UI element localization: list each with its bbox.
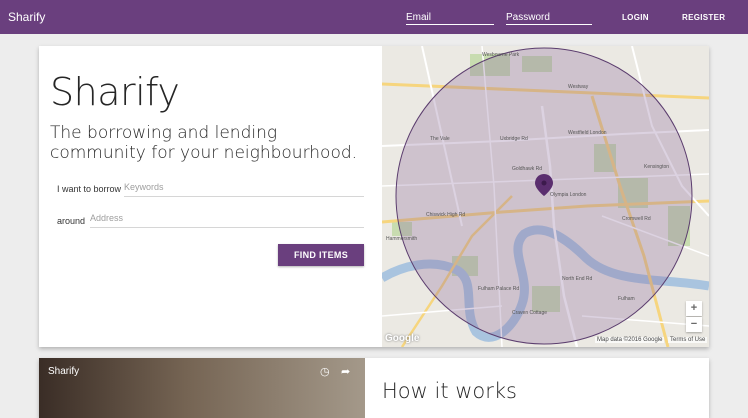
zoom-in-button[interactable]: + <box>686 301 702 316</box>
brand-logo[interactable]: Sharify <box>8 10 45 24</box>
address-placeholder: Address <box>90 213 124 223</box>
map-label: North End Rd <box>562 276 593 282</box>
around-label: around <box>57 216 86 226</box>
map-label: Cromwell Rd <box>622 216 651 222</box>
google-logo[interactable]: Google <box>385 333 419 344</box>
login-button[interactable]: LOGIN <box>622 13 649 22</box>
map-label: Goldhawk Rd <box>512 166 543 172</box>
borrow-label: I want to borrow <box>57 184 122 194</box>
video-title: Sharify <box>48 366 80 377</box>
clock-icon[interactable]: ◷ <box>320 365 330 378</box>
how-it-works-heading: How it works <box>382 379 517 403</box>
email-label: Email <box>406 12 432 23</box>
zoom-out-button[interactable]: − <box>686 317 702 332</box>
hero-card: Sharify The borrowing and lending commun… <box>39 46 709 347</box>
password-label: Password <box>506 12 550 23</box>
find-items-button[interactable]: FIND ITEMS <box>278 244 364 266</box>
map-label: Hammersmith <box>386 236 418 242</box>
hero-title: Sharify <box>50 70 180 114</box>
top-app-bar: Sharify Email Password LOGIN REGISTER <box>0 0 748 34</box>
terms-link[interactable]: Terms of Use <box>668 337 708 343</box>
video-player[interactable]: Sharify ◷ ➦ <box>39 358 365 418</box>
map-label: Wesbourne Park <box>482 52 520 58</box>
keywords-placeholder: Keywords <box>124 182 164 192</box>
map-view[interactable]: Wesbourne Park Westway The Vale Uxbridge… <box>382 46 709 347</box>
share-icon[interactable]: ➦ <box>341 365 350 378</box>
address-input[interactable]: Address <box>90 213 364 228</box>
register-button[interactable]: REGISTER <box>682 13 725 22</box>
map-label: Chiswick High Rd <box>426 212 466 218</box>
map-attribution: Map data ©2016 Google <box>595 337 665 343</box>
map-canvas[interactable] <box>382 46 709 347</box>
map-label: Craven Cottage <box>512 310 548 316</box>
map-label: Fulham <box>618 296 635 302</box>
map-label: Westway <box>568 84 589 90</box>
how-it-works-card: Sharify ◷ ➦ How it works <box>39 358 709 418</box>
email-field[interactable]: Email <box>406 10 494 25</box>
search-panel: Sharify The borrowing and lending commun… <box>39 46 382 347</box>
keywords-input[interactable]: Keywords <box>124 182 364 197</box>
password-field[interactable]: Password <box>506 10 592 25</box>
map-label: Westfield London <box>568 130 607 136</box>
map-label: Olympia London <box>550 192 587 198</box>
hero-subtitle: The borrowing and lending community for … <box>50 123 358 163</box>
map-label: Fulham Palace Rd <box>478 286 520 292</box>
map-label: Uxbridge Rd <box>500 136 528 142</box>
map-label: The Vale <box>430 136 450 142</box>
map-label: Kensington <box>644 164 670 170</box>
